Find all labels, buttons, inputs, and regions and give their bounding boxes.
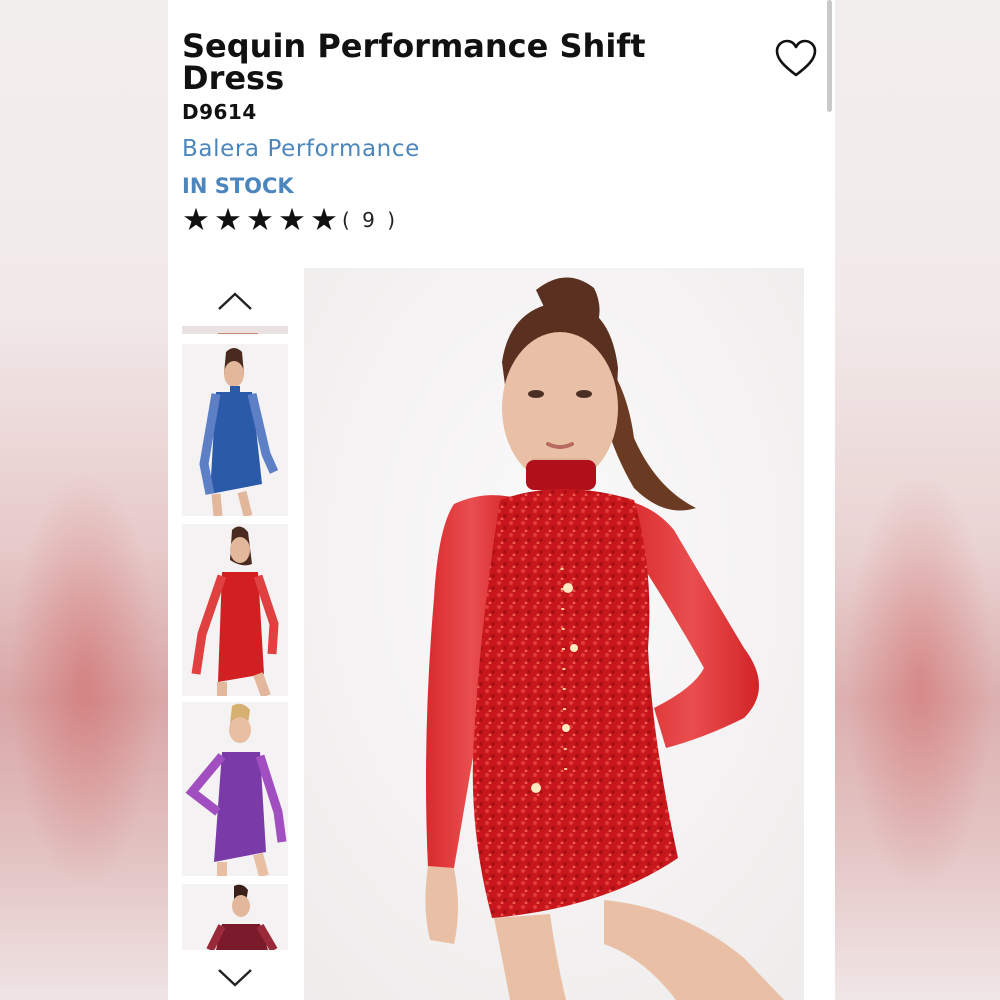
star-icon: ★ xyxy=(246,202,274,238)
star-icon: ★ xyxy=(214,202,242,238)
star-icon: ★ xyxy=(182,202,210,238)
stock-status: IN STOCK xyxy=(182,174,294,198)
chevron-down-icon[interactable] xyxy=(216,966,254,988)
thumbnail-gallery xyxy=(182,280,288,1000)
product-page: Sequin Performance Shift Dress D9614 Bal… xyxy=(168,0,835,1000)
blurred-backdrop-left xyxy=(0,0,168,1000)
gallery-thumbnail-purple[interactable] xyxy=(182,702,288,876)
star-icon: ★ xyxy=(310,202,338,238)
blurred-backdrop-right xyxy=(835,0,1000,1000)
rating-summary[interactable]: ★ ★ ★ ★ ★ ( 9 ) xyxy=(180,203,398,237)
heart-icon[interactable] xyxy=(774,38,818,80)
gallery-thumbnail-burgundy[interactable] xyxy=(182,884,288,950)
brand-link[interactable]: Balera Performance xyxy=(182,136,420,162)
gallery-thumbnail[interactable] xyxy=(182,326,288,334)
star-icon: ★ xyxy=(278,202,306,238)
chevron-up-icon[interactable] xyxy=(216,290,254,312)
main-product-image[interactable] xyxy=(304,268,804,1000)
product-title: Sequin Performance Shift Dress xyxy=(182,27,646,97)
gallery-thumbnail-blue[interactable] xyxy=(182,344,288,516)
scrollbar[interactable] xyxy=(827,0,832,112)
product-sku: D9614 xyxy=(182,100,257,124)
review-count[interactable]: ( 9 ) xyxy=(342,208,398,232)
gallery-thumbnail-red[interactable] xyxy=(182,524,288,696)
rating-stars: ★ ★ ★ ★ ★ xyxy=(180,203,340,237)
